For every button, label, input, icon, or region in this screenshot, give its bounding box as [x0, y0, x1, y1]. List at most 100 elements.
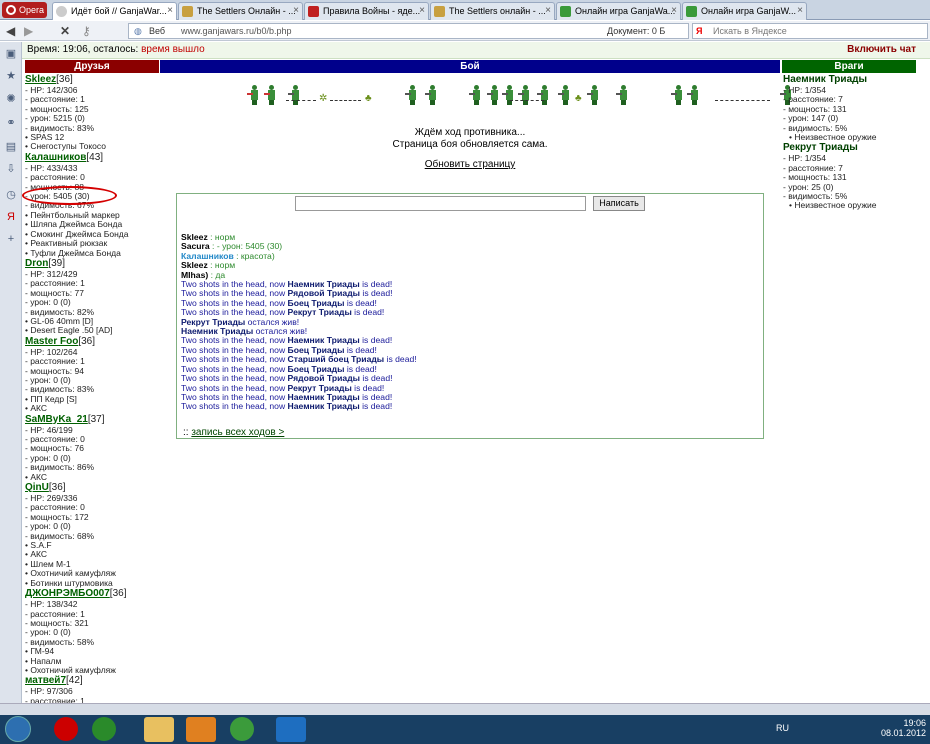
chat-message: Калашников : красота): [181, 250, 761, 261]
add-panel-icon[interactable]: +: [4, 232, 18, 246]
tab-ganjawar-battle[interactable]: Идёт бой // GanjaWar... ×: [52, 2, 177, 20]
game-status-bar: Время: 19:06, осталось: время вышло Вклю…: [22, 42, 930, 59]
bookmarks-icon[interactable]: ★: [4, 69, 18, 83]
move-history: :: запись всех ходов >: [183, 427, 284, 438]
downloads-icon[interactable]: ⇩: [4, 162, 18, 176]
media-player-taskbar-icon[interactable]: [186, 717, 216, 742]
fighter-sprite: [288, 85, 300, 105]
friends-header: Друзья: [25, 60, 159, 73]
log-suffix: is dead!: [351, 307, 385, 318]
chat-text: : красота): [233, 250, 275, 261]
chrome-taskbar-icon[interactable]: [230, 717, 254, 741]
send-message-button[interactable]: Написать: [593, 196, 645, 211]
friend-entry: QinU[36] - HP: 269/336- расстояние: 0- мо…: [25, 482, 160, 588]
refresh-page-link[interactable]: Обновить страницу: [160, 159, 780, 170]
document-size: Документ: 0 Б: [607, 26, 666, 36]
yandex-panel-icon[interactable]: Я: [4, 210, 18, 224]
enemies-header: Враги: [782, 60, 916, 73]
friend-name-link[interactable]: ДЖОНРЭМБО007: [25, 588, 110, 599]
globe-icon: ◍: [134, 26, 142, 36]
system-clock[interactable]: 19:06 08.01.2012: [881, 718, 926, 738]
friend-item: • АКС: [25, 471, 48, 482]
yandex-icon: Я: [696, 26, 703, 36]
fighter-sprite: [587, 85, 599, 105]
tab-label: Онлайн игра GanjaW...: [701, 6, 797, 16]
friend-name-link[interactable]: Dron: [25, 258, 48, 269]
log-line: Two shots in the head, now Наемник Триад…: [181, 402, 761, 411]
fighter-sprite: [405, 85, 417, 105]
friend-name-link[interactable]: матвей7: [25, 675, 66, 686]
tab-settlers-2[interactable]: The Settlers онлайн - ... ×: [430, 2, 555, 20]
fighter-sprite: [518, 85, 530, 105]
friend-name-link[interactable]: Master Foo: [25, 336, 78, 347]
back-icon[interactable]: ◀: [6, 23, 15, 39]
utorrent-taskbar-icon[interactable]: [92, 717, 116, 741]
friend-item: • Снегоступы Токосо: [25, 141, 106, 152]
explorer-taskbar-icon[interactable]: [144, 717, 174, 742]
start-button[interactable]: [5, 716, 31, 742]
distance-line: [286, 99, 316, 101]
fighter-sprite: [558, 85, 570, 105]
notes-icon[interactable]: ▤: [4, 140, 18, 154]
friend-entry: Skleez[36] - HP: 142/306- расстояние: 1- …: [25, 74, 160, 152]
history-icon[interactable]: ◷: [4, 188, 18, 202]
friend-name-link[interactable]: Калашников: [25, 152, 86, 163]
waiting-line: Ждём ход противника...: [414, 127, 526, 138]
close-tab-icon[interactable]: ×: [797, 3, 803, 19]
language-indicator[interactable]: RU: [776, 723, 789, 733]
network-app-taskbar-icon[interactable]: [276, 717, 306, 742]
message-input[interactable]: [295, 196, 586, 211]
friend-name-link[interactable]: QinU: [25, 482, 49, 493]
key-icon[interactable]: ⚷: [82, 23, 91, 39]
bush-icon: ♣: [365, 93, 372, 104]
close-tab-icon[interactable]: ×: [419, 3, 425, 19]
search-input[interactable]: Я Искать в Яндексе: [692, 23, 928, 39]
auto-refresh-note: Страница боя обновляется сама.: [392, 139, 548, 150]
loading-icon: [56, 6, 67, 17]
move-history-link[interactable]: запись всех ходов >: [191, 427, 284, 438]
chat-message: Skleez : норм: [181, 261, 761, 270]
tab-rules-of-war[interactable]: Правила Войны - яде... ×: [304, 2, 429, 20]
friend-header: SaMByKa_21[37]: [25, 414, 160, 426]
fighter-sprite: [425, 85, 437, 105]
tab-label: Онлайн игра GanjaWa...: [575, 6, 676, 16]
friend-level: [39]: [48, 257, 66, 269]
unite-icon[interactable]: ⚭: [4, 116, 18, 130]
forward-icon[interactable]: ▶: [24, 23, 33, 39]
speed-dial-icon[interactable]: ▣: [4, 47, 18, 61]
close-tab-icon[interactable]: ×: [167, 3, 173, 19]
friend-level: [36]: [78, 335, 96, 347]
opera-logo-icon: [6, 5, 16, 15]
tab-ganjawars-1[interactable]: Онлайн игра GanjaWa... ×: [556, 2, 681, 20]
settings-icon[interactable]: ✺: [4, 92, 18, 106]
friend-level: [43]: [86, 151, 104, 163]
enemies-list: Наемник Триады - HP: 1/354- расстояние: 7…: [783, 74, 923, 211]
address-bar[interactable]: ◍ Веб www.ganjawars.ru/b0/b.php Документ…: [128, 23, 689, 39]
tab-settlers-1[interactable]: The Settlers Онлайн - ... ×: [178, 2, 303, 20]
friend-level: [36]: [109, 588, 127, 600]
friend-item: • Desert Eagle .50 [AD]: [25, 325, 113, 336]
close-tab-icon[interactable]: ×: [293, 3, 299, 19]
tab-ganjawars-2[interactable]: Онлайн игра GanjaW... ×: [682, 2, 807, 20]
friends-list: Skleez[36] - HP: 142/306- расстояние: 1- …: [25, 74, 160, 706]
fighter-sprite: [487, 85, 499, 105]
opera-taskbar-icon[interactable]: [54, 717, 78, 741]
distance-line: [715, 99, 770, 101]
friend-level: [42]: [66, 675, 83, 687]
friend-entry: ДЖОНРЭМБО007[36] - HP: 138/342- расстояни…: [25, 588, 160, 675]
friend-name-link[interactable]: SaMByKa_21: [25, 414, 88, 425]
battle-log-box: Написать Skleez : норм Sacura : - урон: 5…: [176, 193, 764, 439]
friend-item: • Ботинки штурмовика: [25, 577, 113, 588]
close-tab-icon[interactable]: ×: [545, 3, 551, 19]
enemy-entry: Наемник Триады - HP: 1/354- расстояние: 7…: [783, 74, 923, 142]
tab-label: Идёт бой // GanjaWar...: [71, 6, 167, 16]
friend-name-link[interactable]: Skleez: [25, 74, 56, 85]
tab-label: Правила Войны - яде...: [323, 6, 421, 16]
enable-chat-link[interactable]: Включить чат: [847, 42, 916, 58]
stop-icon[interactable]: ✕: [60, 23, 70, 39]
battle-header: Бой: [160, 60, 780, 73]
fighter-sprite: [247, 85, 259, 105]
close-tab-icon[interactable]: ×: [671, 3, 677, 19]
opera-label: Opera: [19, 5, 45, 15]
opera-menu-button[interactable]: Opera: [2, 2, 47, 18]
